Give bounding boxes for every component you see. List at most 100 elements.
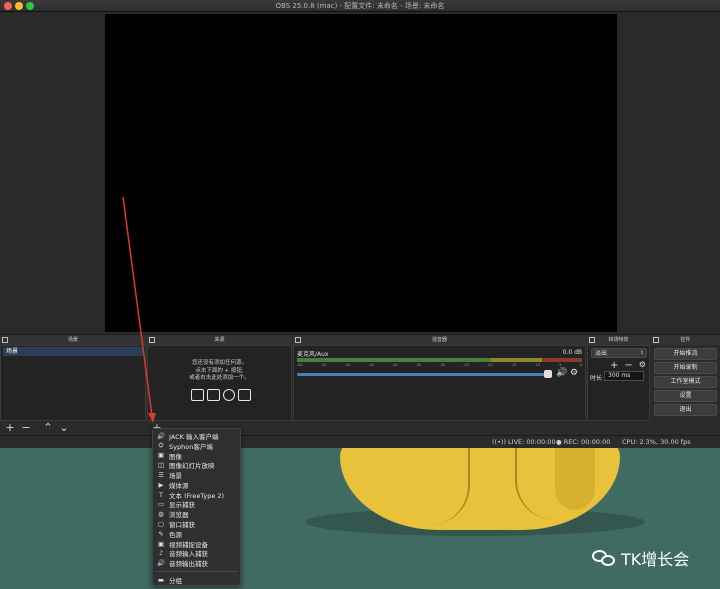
- exit-button[interactable]: 退出: [654, 404, 717, 416]
- controls-dock-title: 控件: [651, 335, 720, 345]
- dock-float-icon[interactable]: [589, 337, 595, 343]
- menu-item-label: 场景: [169, 472, 182, 481]
- speaker-icon[interactable]: 🔊: [556, 368, 567, 378]
- window-icon: ▢: [157, 520, 165, 529]
- add-transition-button[interactable]: +: [610, 360, 618, 371]
- sources-dock-title: 来源: [147, 335, 292, 345]
- syphon-icon: ⛭: [158, 441, 164, 450]
- program-preview[interactable]: [105, 14, 617, 332]
- menu-item-group[interactable]: ▬ 分组: [153, 575, 240, 585]
- menu-item[interactable]: 🔊 音频输出捕获: [153, 558, 240, 568]
- dock-float-icon[interactable]: [653, 337, 659, 343]
- menu-item[interactable]: ♪ 音频输入捕获: [153, 549, 240, 558]
- mic-icon: ♪: [158, 549, 164, 558]
- speaker-icon: 🔊: [157, 559, 166, 568]
- scenes-dock-title: 场景: [0, 335, 146, 345]
- scene-item[interactable]: 场景: [3, 347, 143, 356]
- menu-item[interactable]: ◍ 浏览器: [153, 509, 240, 519]
- transitions-body: 淡出 ⇕ + − ⚙ 时长 300 ms: [587, 345, 650, 421]
- menu-item-label: 图像幻灯片放映: [169, 462, 215, 471]
- menu-item[interactable]: ☰ 场景: [153, 470, 240, 480]
- dock-area: 场景 场景 + − ⌃ ⌄ 来源 您还没有添加任何源。 点击下面的 + 按钮, …: [0, 335, 720, 435]
- volume-slider-handle[interactable]: [544, 370, 552, 378]
- menu-item[interactable]: ▣ 视频捕捉设备: [153, 539, 240, 549]
- volume-slider[interactable]: [297, 373, 549, 376]
- globe-icon: ◍: [158, 510, 164, 519]
- controls-dock: 控件 开始推流 开始录制 工作室模式 设置 退出: [651, 335, 720, 435]
- duration-label: 时长: [590, 375, 603, 382]
- mixer-level: 0.0 dB: [562, 349, 582, 356]
- settings-button[interactable]: 设置: [654, 390, 717, 402]
- start-streaming-button[interactable]: 开始推流: [654, 348, 717, 360]
- remove-scene-button[interactable]: −: [20, 421, 32, 435]
- transition-tools: + − ⚙: [610, 360, 646, 371]
- mascot-fold: [410, 440, 470, 525]
- folder-icon: ▬: [157, 576, 165, 585]
- mixer-dock-title: 混音器: [293, 335, 586, 345]
- rec-status: ● REC: 00:00:00: [556, 438, 611, 446]
- move-scene-down-button[interactable]: ⌄: [58, 421, 70, 435]
- scene-icon: ☰: [158, 471, 164, 480]
- meter-scale-tick: -30: [439, 363, 446, 367]
- menu-item-label: JACK 输入客户端: [169, 432, 219, 441]
- scenes-dock: 场景 场景 + − ⌃ ⌄: [0, 335, 146, 435]
- mascot-fold: [515, 440, 575, 520]
- menu-item-label: 媒体源: [169, 481, 189, 490]
- live-status: ((•)) LIVE: 00:00:00: [492, 438, 556, 446]
- menu-item-label: 色源: [169, 530, 182, 539]
- menu-item-label: 窗口捕获: [169, 521, 195, 530]
- preview-area: [0, 12, 720, 334]
- mixer-track-name: 麦克风/Aux: [297, 351, 329, 358]
- color-icon: ✎: [158, 529, 164, 538]
- camera-icon: ▣: [157, 539, 165, 548]
- dock-float-icon[interactable]: [149, 337, 155, 343]
- studio-mode-button[interactable]: 工作室模式: [654, 376, 717, 388]
- sources-empty-message: 您还没有添加任何源。 点击下面的 + 按钮, 或者右击此处添加一个。: [189, 360, 250, 381]
- transition-select[interactable]: 淡出 ⇕: [591, 348, 647, 358]
- menu-item-label: Syphon客户端: [169, 442, 213, 451]
- menu-item[interactable]: 🔊 JACK 输入客户端: [153, 431, 240, 441]
- meter-scale-tick: -15: [510, 363, 517, 367]
- menu-separator: [155, 571, 238, 573]
- dock-float-icon[interactable]: [295, 337, 301, 343]
- meter-scale-tick: 0: [579, 363, 582, 367]
- meter-scale-tick: -20: [486, 363, 493, 367]
- speaker-icon: 🔊: [157, 431, 166, 440]
- scenes-list[interactable]: 场景: [0, 345, 146, 421]
- dock-float-icon[interactable]: [2, 337, 8, 343]
- remove-transition-button[interactable]: −: [624, 360, 632, 371]
- menu-item[interactable]: ⛭ Syphon客户端: [153, 441, 240, 451]
- cpu-status: CPU: 2.3%, 30.00 fps: [622, 438, 691, 446]
- meter-scale-tick: -10: [534, 363, 541, 367]
- menu-item[interactable]: ▭ 显示捕获: [153, 500, 240, 510]
- meter-scale-tick: -60: [297, 363, 303, 367]
- menu-item[interactable]: ▶ 媒体源: [153, 480, 240, 490]
- move-scene-up-button[interactable]: ⌃: [42, 421, 54, 435]
- image-icon: ▣: [157, 451, 165, 460]
- menu-item[interactable]: ▣ 图像: [153, 451, 240, 460]
- menu-item-label: 显示捕获: [169, 501, 195, 510]
- menu-item-label: 文本 (FreeType 2): [169, 491, 225, 500]
- sources-list[interactable]: 您还没有添加任何源。 点击下面的 + 按钮, 或者右击此处添加一个。: [147, 345, 292, 421]
- start-recording-button[interactable]: 开始录制: [654, 362, 717, 374]
- media-icon: ▶: [158, 480, 164, 489]
- text-icon: T: [159, 490, 163, 499]
- mixer-body: 麦克风/Aux 0.0 dB -60 -55 -50 -45 -40 -35 -30 -25 -…: [293, 345, 586, 421]
- gear-icon[interactable]: ⚙: [570, 368, 578, 378]
- meter-scale-tick: -45: [368, 363, 374, 367]
- menu-item[interactable]: T 文本 (FreeType 2): [153, 490, 240, 500]
- gear-icon[interactable]: ⚙: [639, 360, 646, 371]
- watermark-text: TK增长会: [621, 550, 690, 569]
- transitions-dock-title: 转场特效: [587, 335, 650, 345]
- menu-item[interactable]: ◫ 图像幻灯片放映: [153, 460, 240, 470]
- transitions-dock: 转场特效 淡出 ⇕ + − ⚙ 时长 300 ms: [587, 335, 650, 435]
- display-icon: ▭: [157, 500, 165, 509]
- camera-icon: [238, 389, 251, 401]
- display-icon: [207, 389, 220, 401]
- menu-item[interactable]: ▢ 窗口捕获: [153, 519, 240, 529]
- meter-scale-tick: -40: [391, 363, 398, 367]
- add-scene-button[interactable]: +: [4, 421, 16, 435]
- menu-item[interactable]: ✎ 色源: [153, 529, 240, 539]
- duration-input[interactable]: 300 ms: [604, 371, 644, 381]
- status-bar: ((•)) LIVE: 00:00:00 ● REC: 00:00:00 CPU…: [0, 435, 720, 448]
